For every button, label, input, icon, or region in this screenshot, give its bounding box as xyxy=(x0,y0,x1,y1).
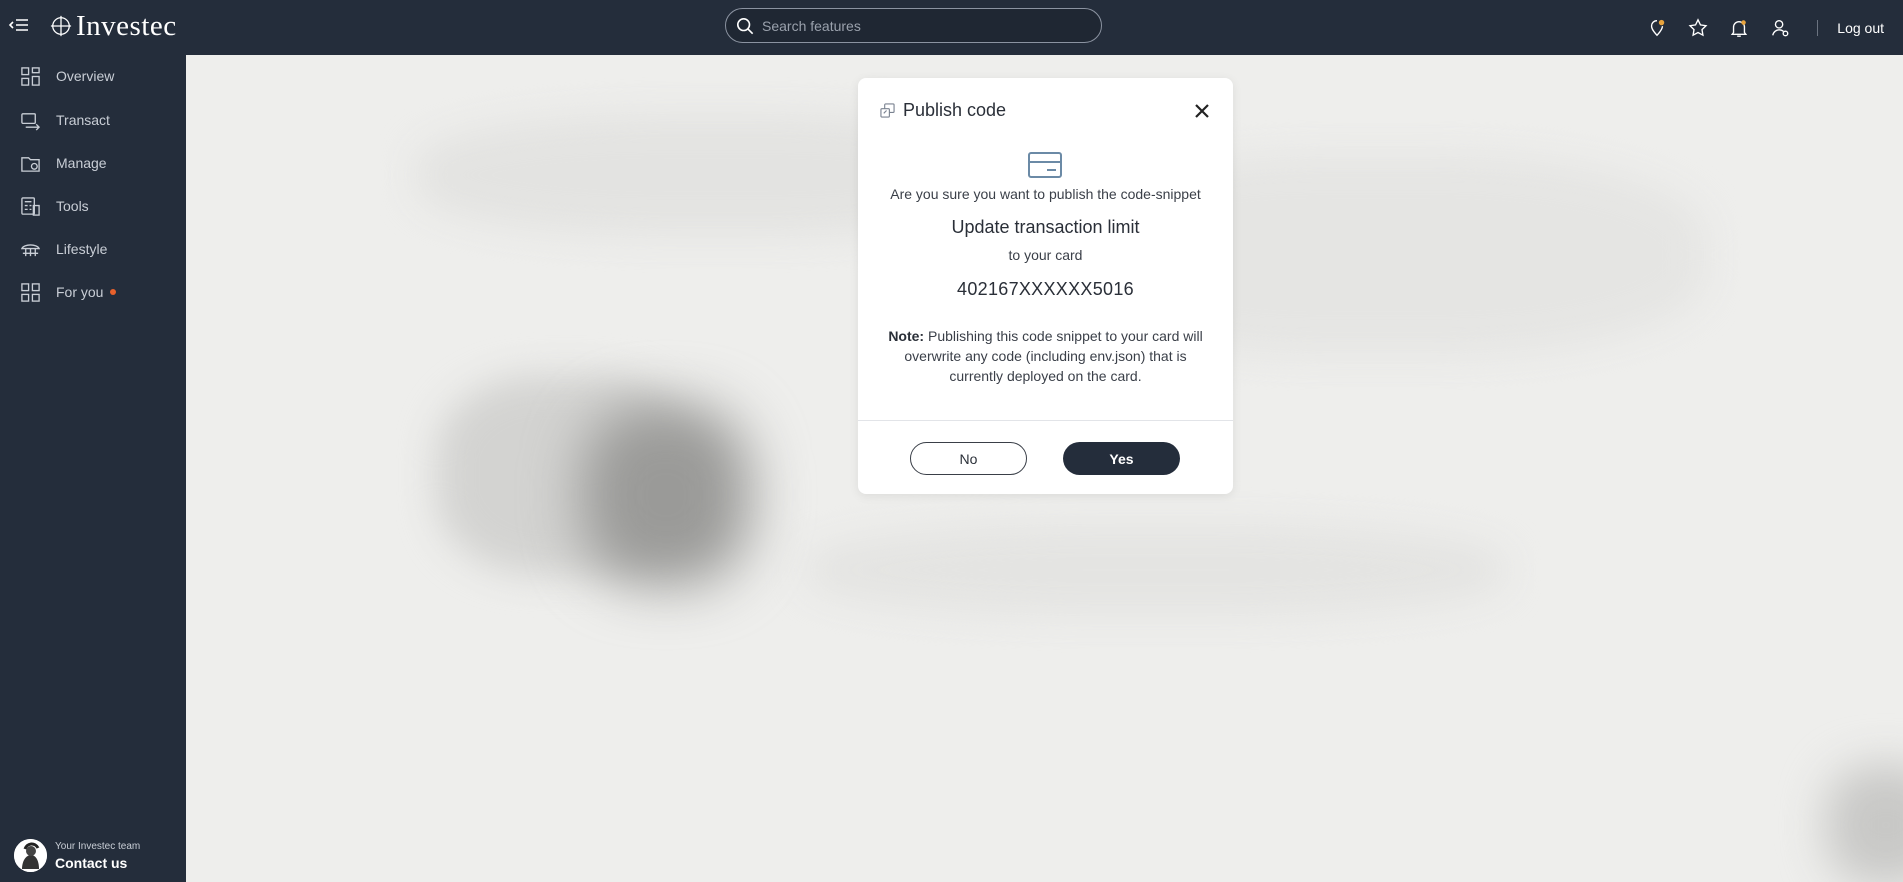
to-card-label: to your card xyxy=(1008,247,1083,263)
card-icon xyxy=(1027,151,1063,181)
publish-code-dialog: Publish code Are you sure you want to pu… xyxy=(858,78,1233,494)
sidebar-item-for-you[interactable]: For you xyxy=(0,274,186,310)
confirm-question: Are you sure you want to publish the cod… xyxy=(890,186,1201,202)
close-icon[interactable] xyxy=(1193,102,1211,120)
collapse-menu-icon[interactable] xyxy=(8,14,30,36)
blurred-chat-bubble xyxy=(1826,765,1903,882)
contact-us-link[interactable]: Contact us xyxy=(55,855,140,871)
note-text: Publishing this code snippet to your car… xyxy=(904,328,1203,384)
topbar-divider xyxy=(1817,19,1819,36)
dialog-divider xyxy=(858,420,1233,421)
note-label: Note: xyxy=(888,328,925,344)
sidebar-item-label: Overview xyxy=(56,68,115,84)
transfer-icon xyxy=(21,112,41,131)
sidebar-item-label: For you xyxy=(56,284,104,300)
search-icon xyxy=(736,17,754,34)
contact-team-label: Your Investec team xyxy=(55,840,141,852)
publish-icon xyxy=(880,103,895,118)
star-icon[interactable] xyxy=(1687,17,1709,39)
no-button[interactable]: No xyxy=(910,442,1027,475)
sidebar-item-tools[interactable]: Tools xyxy=(0,188,186,224)
snippet-name: Update transaction limit xyxy=(951,217,1140,237)
sidebar-item-label: Lifestyle xyxy=(56,241,108,257)
sidebar-item-lifestyle[interactable]: Lifestyle xyxy=(0,231,186,267)
top-icons: Log out xyxy=(1627,0,1903,55)
logout-button[interactable]: Log out xyxy=(1837,20,1884,36)
grid-icon xyxy=(21,66,40,86)
new-indicator-dot xyxy=(110,289,117,295)
top-bar: Investec Log out xyxy=(0,0,1903,55)
yes-button[interactable]: Yes xyxy=(1063,442,1180,475)
calculator-icon xyxy=(21,196,40,216)
investec-logo-icon xyxy=(50,15,72,37)
avatar xyxy=(14,839,47,872)
brand-name: Investec xyxy=(76,9,177,42)
grid-icon xyxy=(21,282,40,302)
warning-note: Note: Publishing this code snippet to yo… xyxy=(880,326,1211,386)
investec-logo[interactable]: Investec xyxy=(50,8,177,44)
sidebar-item-label: Transact xyxy=(56,112,110,128)
sidebar-item-overview[interactable]: Overview xyxy=(0,58,186,94)
umbrella-icon xyxy=(20,243,41,256)
notification-bell-icon[interactable] xyxy=(1728,17,1750,39)
profile-icon[interactable] xyxy=(1769,17,1791,39)
card-number: 402167XXXXXX5016 xyxy=(957,279,1134,299)
blurred-image xyxy=(581,405,751,585)
sidebar-item-manage[interactable]: Manage xyxy=(0,145,186,181)
blurred-block xyxy=(806,525,1506,615)
sidebar-item-transact[interactable]: Transact xyxy=(0,102,186,138)
contact-team[interactable]: Your Investec team Contact us xyxy=(14,839,140,872)
sidebar-item-label: Manage xyxy=(56,155,107,171)
search-box[interactable] xyxy=(725,8,1102,43)
dialog-title: Publish code xyxy=(903,100,1007,120)
sidebar: Overview Transact Manage Tools Lifestyle… xyxy=(0,55,186,882)
sidebar-item-label: Tools xyxy=(56,198,89,214)
dialog-header: Publish code xyxy=(880,100,1006,121)
folder-settings-icon xyxy=(21,156,40,172)
rewards-icon[interactable] xyxy=(1646,17,1668,39)
search-input[interactable] xyxy=(754,16,1101,35)
